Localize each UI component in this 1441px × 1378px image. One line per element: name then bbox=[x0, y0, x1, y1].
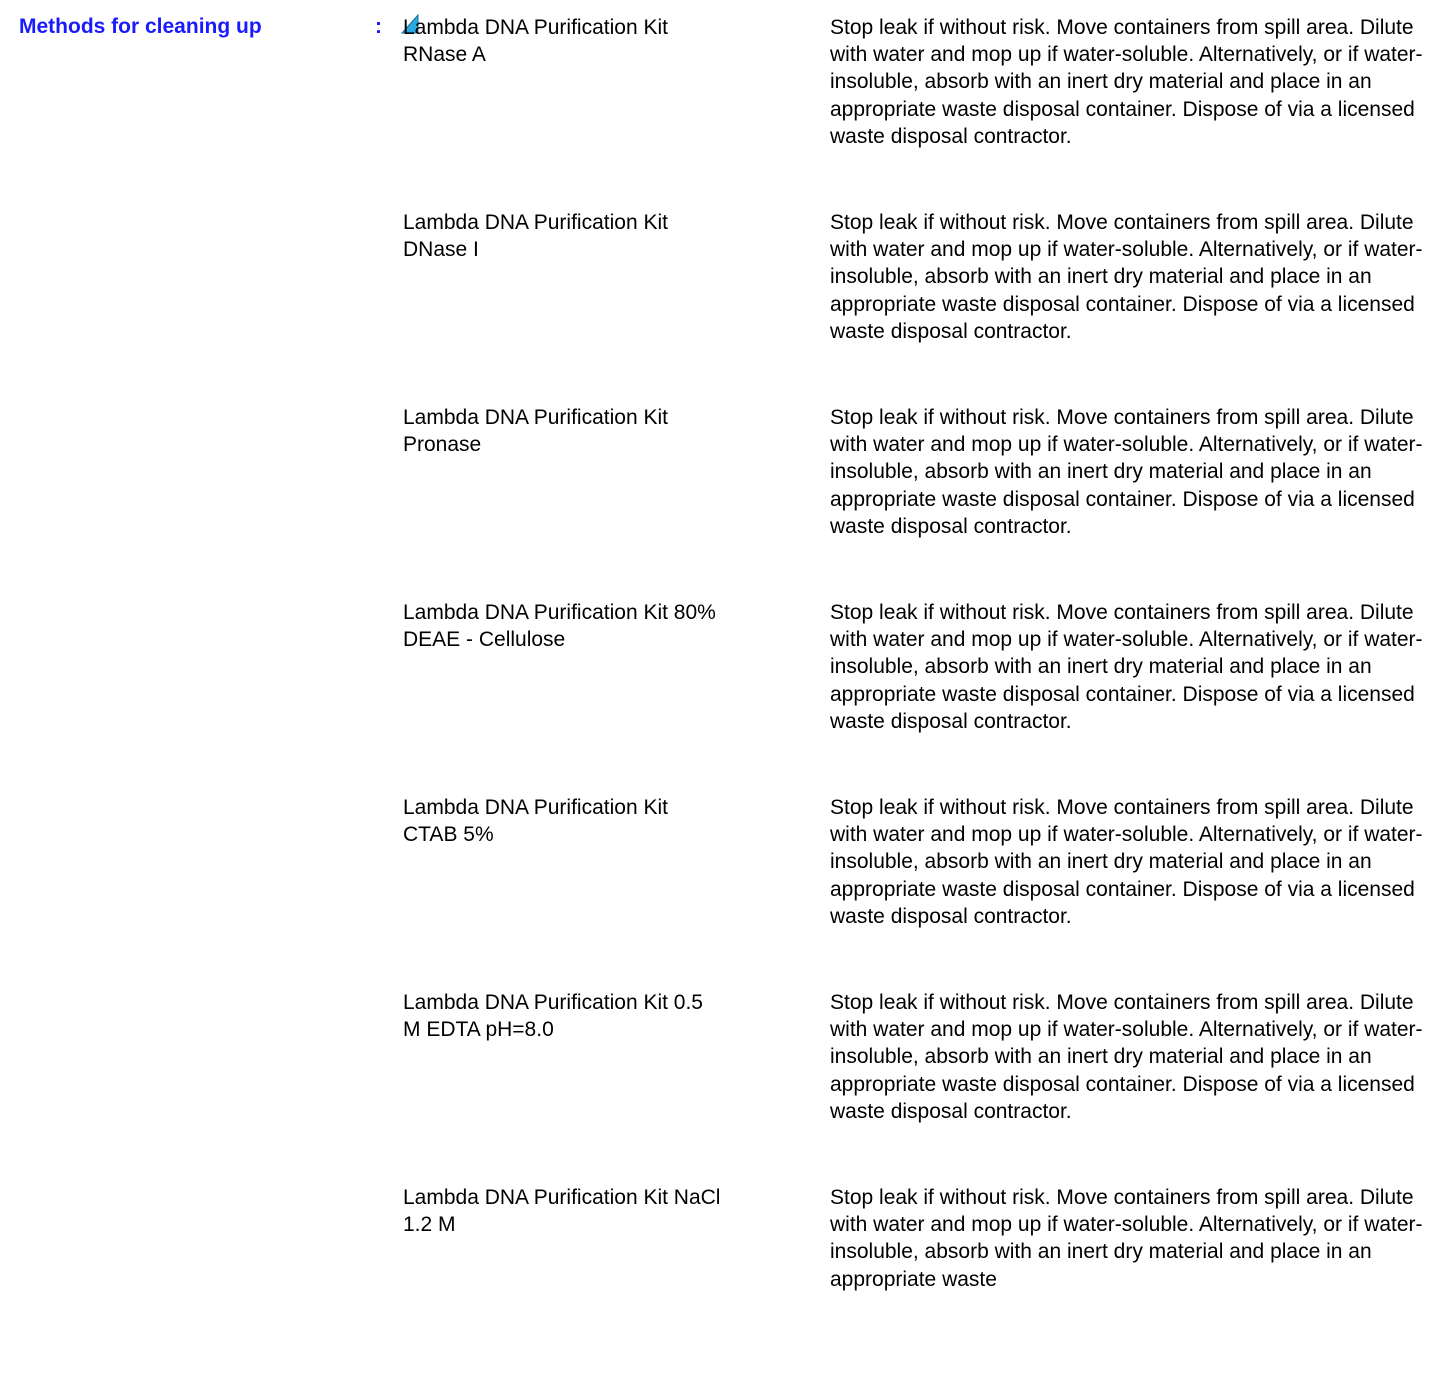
product-name-line2: DEAE - Cellulose bbox=[403, 628, 566, 652]
product-name: Lambda DNA Purification Kit CTAB 5% bbox=[403, 793, 830, 988]
product-name-line2: CTAB 5% bbox=[403, 823, 494, 847]
product-name: Lambda DNA Purification Kit 0.5 M EDTA p… bbox=[403, 988, 830, 1183]
cleanup-description: Stop leak if without risk. Move containe… bbox=[830, 211, 1423, 343]
table-row: Lambda DNA Purification Kit RNase A Stop… bbox=[403, 13, 1439, 208]
cleanup-description: Stop leak if without risk. Move containe… bbox=[830, 991, 1423, 1123]
product-name: Lambda DNA Purification Kit 80% DEAE - C… bbox=[403, 598, 830, 793]
cleanup-description: Stop leak if without risk. Move containe… bbox=[830, 601, 1423, 733]
product-name-line1: Lambda DNA Purification Kit 0.5 bbox=[403, 991, 703, 1014]
product-name: Lambda DNA Purification Kit DNase I bbox=[403, 208, 830, 403]
cleanup-description: Stop leak if without risk. Move containe… bbox=[830, 796, 1423, 928]
product-name: Lambda DNA Purification Kit RNase A bbox=[403, 13, 830, 208]
table-row: Lambda DNA Purification Kit NaCl 1.2 M S… bbox=[403, 1183, 1439, 1378]
product-name-line2: RNase A bbox=[403, 43, 486, 67]
product-name-line1: Lambda DNA Purification Kit bbox=[403, 796, 668, 819]
product-name-line2: Pronase bbox=[403, 433, 482, 457]
table-row: Lambda DNA Purification Kit 0.5 M EDTA p… bbox=[403, 988, 1439, 1183]
product-name-line1: Lambda DNA Purification Kit bbox=[403, 406, 668, 429]
cleanup-description: Stop leak if without risk. Move containe… bbox=[830, 1186, 1423, 1291]
cleanup-table: Lambda DNA Purification Kit RNase A Stop… bbox=[403, 13, 1439, 1378]
product-name: Lambda DNA Purification Kit NaCl 1.2 M bbox=[403, 1183, 830, 1378]
product-name-line1: Lambda DNA Purification Kit 80% bbox=[403, 601, 716, 624]
product-name-line2: DNase I bbox=[403, 238, 479, 262]
section-label: Methods for cleaning up bbox=[19, 15, 262, 38]
table-row: Lambda DNA Purification Kit DNase I Stop… bbox=[403, 208, 1439, 403]
cleanup-description: Stop leak if without risk. Move containe… bbox=[830, 406, 1423, 538]
label-colon: : bbox=[375, 15, 382, 38]
table-row: Lambda DNA Purification Kit Pronase Stop… bbox=[403, 403, 1439, 598]
product-name-line1: Lambda DNA Purification Kit bbox=[403, 16, 668, 39]
product-name-line2: 1.2 M bbox=[403, 1213, 456, 1237]
table-row: Lambda DNA Purification Kit CTAB 5% Stop… bbox=[403, 793, 1439, 988]
product-name-line2: M EDTA pH=8.0 bbox=[403, 1018, 554, 1042]
product-name: Lambda DNA Purification Kit Pronase bbox=[403, 403, 830, 598]
product-name-line1: Lambda DNA Purification Kit bbox=[403, 211, 668, 234]
product-name-line1: Lambda DNA Purification Kit NaCl bbox=[403, 1186, 721, 1209]
table-row: Lambda DNA Purification Kit 80% DEAE - C… bbox=[403, 598, 1439, 793]
cleanup-description: Stop leak if without risk. Move containe… bbox=[830, 16, 1423, 148]
